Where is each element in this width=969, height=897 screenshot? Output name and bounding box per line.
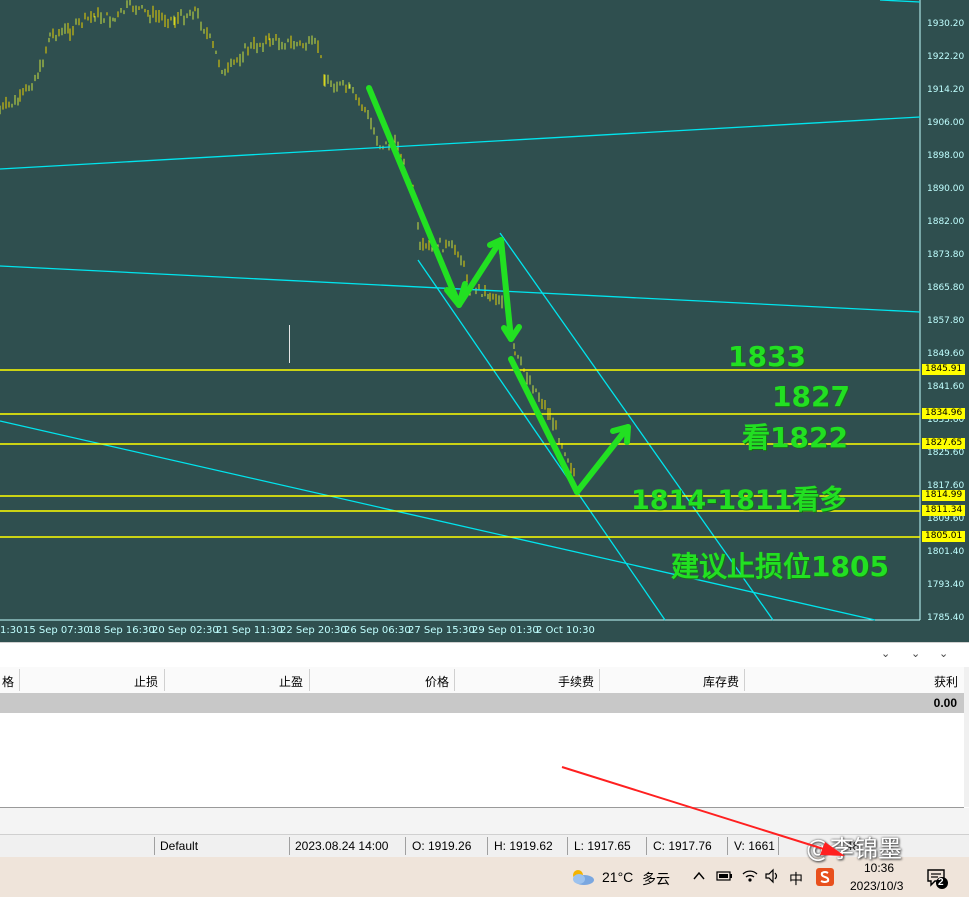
red-pointer-arrow (561, 766, 845, 856)
